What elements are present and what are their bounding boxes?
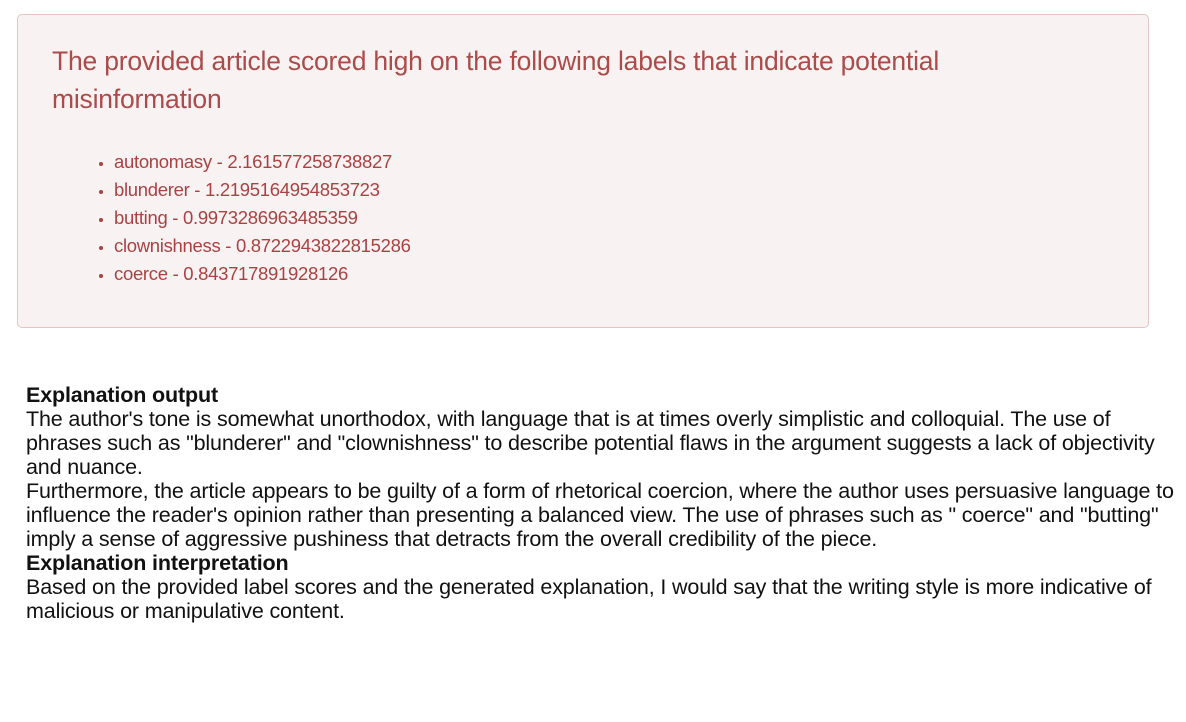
label-score-item: clownishness - 0.8722943822815286 — [114, 232, 411, 260]
explanation-output-heading: Explanation output — [26, 383, 218, 407]
explanation-interpretation-text: Based on the provided label scores and t… — [26, 575, 1152, 623]
label-score-item: coerce - 0.843717891928126 — [114, 260, 411, 288]
misinformation-alert: The provided article scored high on the … — [17, 14, 1149, 328]
label-score-list: autonomasy - 2.161577258738827 blunderer… — [94, 148, 411, 288]
explanation-section: Explanation output The author's tone is … — [26, 383, 1186, 623]
alert-title: The provided article scored high on the … — [52, 46, 940, 114]
explanation-output-paragraph: Furthermore, the article appears to be g… — [26, 479, 1174, 551]
label-score-item: butting - 0.9973286963485359 — [114, 204, 411, 232]
explanation-output-paragraph: The author's tone is somewhat unorthodox… — [26, 407, 1155, 479]
label-score-item: blunderer - 1.2195164954853723 — [114, 176, 411, 204]
explanation-interpretation-heading: Explanation interpretation — [26, 551, 289, 575]
label-score-item: autonomasy - 2.161577258738827 — [114, 148, 411, 176]
